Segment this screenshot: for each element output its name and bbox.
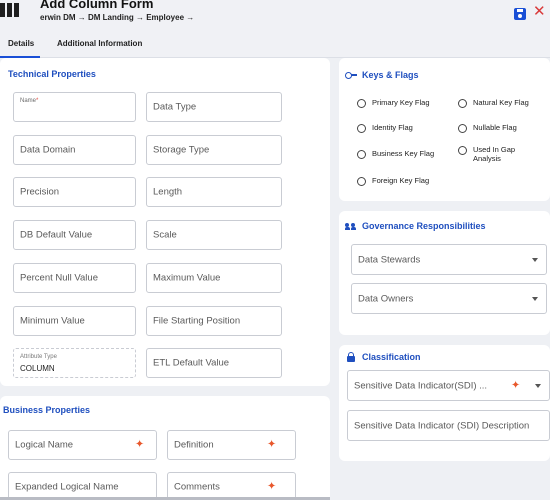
attribute-type-value: COLUMN	[20, 364, 55, 373]
natural-key-flag-option[interactable]: Natural Key Flag	[458, 98, 529, 108]
radio-icon[interactable]	[357, 124, 366, 133]
precision-label: Precision	[20, 186, 60, 198]
governance-title: Governance Responsibilities	[362, 221, 486, 231]
definition-field[interactable]: Definition ✦	[167, 430, 296, 460]
etl-default-value-field[interactable]: ETL Default Value	[146, 348, 282, 378]
business-key-flag-option[interactable]: Business Key Flag	[357, 149, 434, 159]
header: Add Column Form erwin DM → DM Landing → …	[0, 0, 550, 34]
name-field-label: Name*	[20, 98, 39, 104]
definition-label: Definition	[174, 439, 214, 451]
precision-field[interactable]: Precision	[13, 177, 136, 207]
comments-label: Comments	[174, 481, 220, 493]
etl-default-value-label: ETL Default Value	[153, 357, 230, 369]
expanded-logical-name-label: Expanded Logical Name	[15, 481, 119, 493]
classification-card	[339, 345, 550, 461]
maximum-value-field[interactable]: Maximum Value	[146, 263, 282, 293]
scale-field[interactable]: Scale	[146, 220, 282, 250]
radio-icon[interactable]	[458, 124, 467, 133]
data-type-field[interactable]: Data Type	[146, 92, 282, 122]
data-stewards-label: Data Stewards	[358, 254, 421, 265]
foreign-key-flag-option[interactable]: Foreign Key Flag	[357, 176, 429, 186]
sdi-select[interactable]: Sensitive Data Indicator(SDI) ... ✦	[347, 370, 550, 401]
file-starting-position-label: File Starting Position	[153, 315, 241, 327]
db-default-value-label: DB Default Value	[20, 229, 93, 241]
data-domain-field[interactable]: Data Domain	[13, 135, 136, 165]
radio-icon[interactable]	[458, 99, 467, 108]
maximum-value-label: Maximum Value	[153, 272, 221, 284]
primary-key-flag-option[interactable]: Primary Key Flag	[357, 98, 430, 108]
scale-label: Scale	[153, 229, 177, 241]
identity-flag-option[interactable]: Identity Flag	[357, 123, 413, 133]
radio-icon[interactable]	[357, 99, 366, 108]
sdi-label: Sensitive Data Indicator(SDI) ...	[354, 380, 488, 391]
technical-properties-title: Technical Properties	[8, 69, 96, 79]
sdi-description-field[interactable]: Sensitive Data Indicator (SDI) Descripti…	[347, 410, 550, 441]
nullable-flag-option[interactable]: Nullable Flag	[458, 123, 517, 133]
storage-type-field[interactable]: Storage Type	[146, 135, 282, 165]
comments-field[interactable]: Comments ✦	[167, 472, 296, 500]
expanded-logical-name-field[interactable]: Expanded Logical Name	[8, 472, 157, 500]
name-field[interactable]: Name*	[13, 92, 136, 122]
tab-additional-information[interactable]: Additional Information	[57, 39, 142, 48]
data-stewards-select[interactable]: Data Stewards	[351, 244, 547, 275]
attribute-type-label: Attribute Type	[20, 354, 57, 360]
tab-details[interactable]: Details	[0, 39, 41, 58]
page-title: Add Column Form	[40, 0, 154, 11]
classification-title: Classification	[362, 352, 421, 362]
minimum-value-label: Minimum Value	[20, 315, 85, 327]
data-owners-label: Data Owners	[358, 293, 414, 304]
lock-icon	[347, 352, 355, 362]
file-starting-position-field[interactable]: File Starting Position	[146, 306, 282, 336]
tab-bar: Details Additional Information	[0, 34, 550, 58]
radio-icon[interactable]	[357, 177, 366, 186]
save-icon[interactable]	[514, 8, 526, 20]
minimum-value-field[interactable]: Minimum Value	[13, 306, 136, 336]
chevron-down-icon	[532, 296, 538, 301]
db-default-value-field[interactable]: DB Default Value	[13, 220, 136, 250]
ai-sparkle-icon[interactable]: ✦	[135, 439, 144, 451]
attribute-type-field: Attribute Type COLUMN	[13, 348, 136, 378]
percent-null-value-label: Percent Null Value	[20, 272, 98, 284]
chevron-down-icon	[535, 383, 541, 388]
logical-name-label: Logical Name	[15, 439, 74, 451]
percent-null-value-field[interactable]: Percent Null Value	[13, 263, 136, 293]
data-owners-select[interactable]: Data Owners	[351, 283, 547, 314]
data-domain-label: Data Domain	[20, 144, 76, 156]
length-label: Length	[153, 186, 183, 198]
ai-sparkle-icon[interactable]: ✦	[267, 439, 276, 451]
key-icon	[345, 72, 357, 79]
length-field[interactable]: Length	[146, 177, 282, 207]
data-type-label: Data Type	[153, 101, 197, 113]
ai-sparkle-icon[interactable]: ✦	[511, 380, 520, 391]
breadcrumb[interactable]: erwin DM → DM Landing → Employee →	[40, 13, 194, 22]
logical-name-field[interactable]: Logical Name ✦	[8, 430, 157, 460]
used-in-gap-analysis-option[interactable]: Used In Gap Analysis	[458, 145, 533, 163]
chevron-down-icon	[532, 257, 538, 262]
keys-flags-title: Keys & Flags	[362, 70, 419, 80]
business-properties-title: Business Properties	[3, 405, 91, 415]
radio-icon[interactable]	[458, 146, 467, 155]
people-icon	[345, 223, 356, 230]
storage-type-label: Storage Type	[153, 144, 210, 156]
sdi-description-label: Sensitive Data Indicator (SDI) Descripti…	[354, 420, 530, 431]
app-logo-icon	[0, 3, 21, 17]
ai-sparkle-icon[interactable]: ✦	[267, 481, 276, 493]
close-icon[interactable]: ✕	[533, 4, 546, 20]
radio-icon[interactable]	[357, 150, 366, 159]
